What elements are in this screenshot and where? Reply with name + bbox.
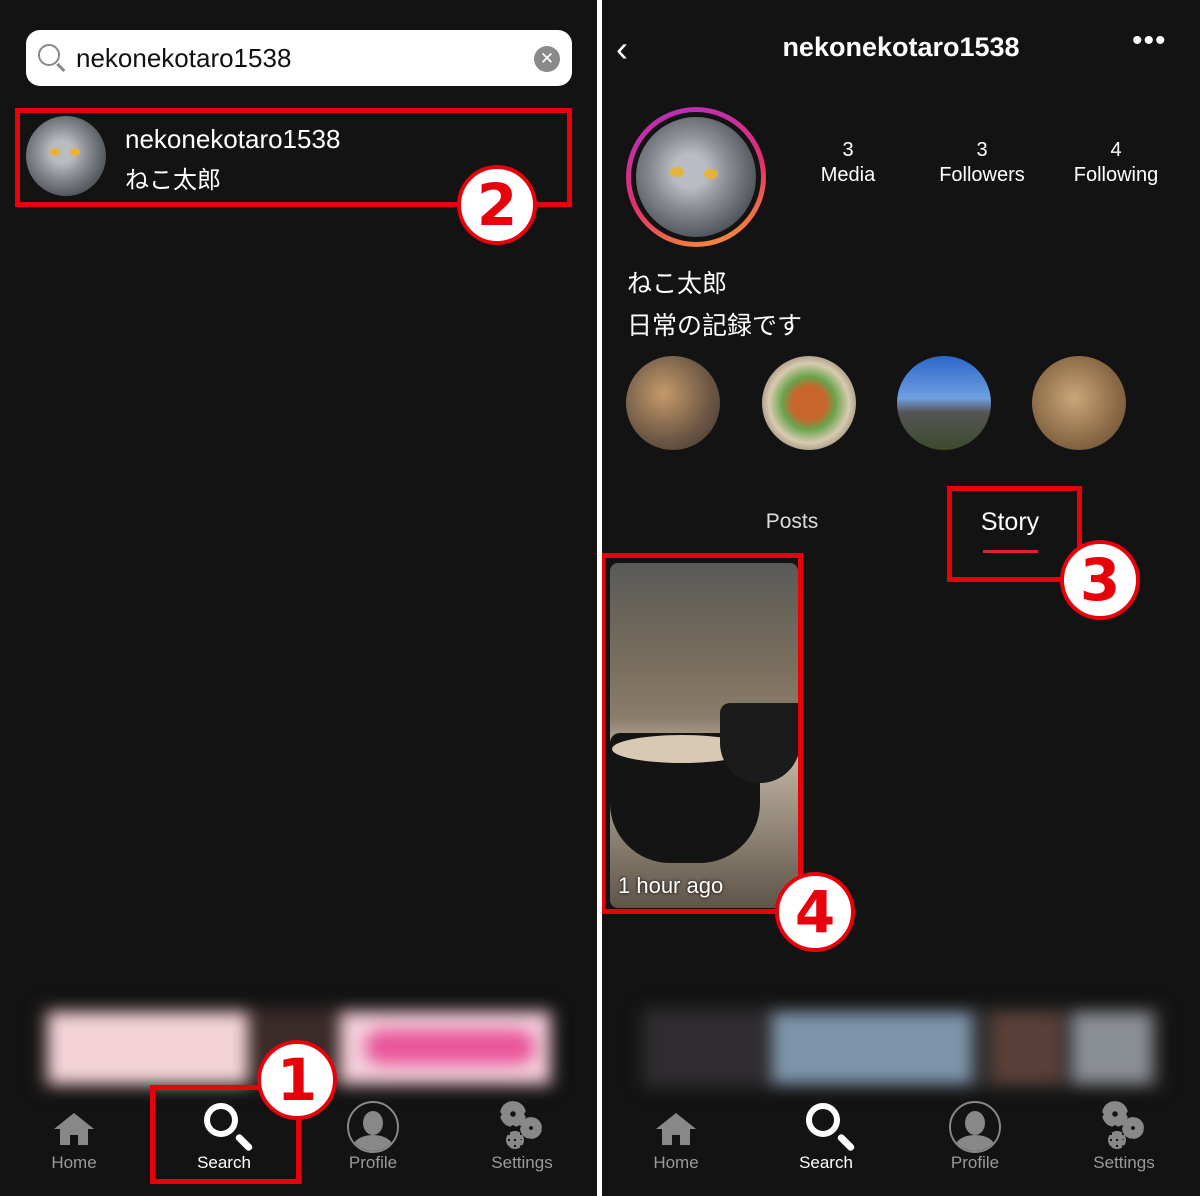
- tab-label: Search: [799, 1153, 853, 1172]
- more-icon[interactable]: •••: [1132, 24, 1167, 58]
- search-icon: [38, 44, 60, 66]
- tab-search[interactable]: Search: [766, 1095, 886, 1173]
- ad-banner[interactable]: [642, 1008, 1162, 1088]
- clear-icon[interactable]: ✕: [534, 46, 560, 72]
- story-ring[interactable]: [626, 107, 766, 247]
- tab-home[interactable]: Home: [14, 1095, 134, 1173]
- highlight-landscape[interactable]: [897, 356, 991, 450]
- home-icon: [656, 1113, 696, 1145]
- tab-label: Home: [653, 1153, 699, 1172]
- tab-settings[interactable]: Settings: [462, 1095, 582, 1173]
- profile-bio: 日常の記録です: [627, 312, 803, 340]
- stat-media[interactable]: 3 Media: [783, 138, 913, 188]
- stat-followers[interactable]: 3 Followers: [917, 138, 1047, 188]
- stat-following[interactable]: 4 Following: [1051, 138, 1181, 188]
- highlight-food[interactable]: [762, 356, 856, 450]
- tab-label: Profile: [950, 1153, 1000, 1172]
- profile-icon: [347, 1101, 399, 1153]
- profile-title: nekonekotaro1538: [782, 32, 1020, 62]
- tab-label: Profile: [348, 1153, 398, 1172]
- settings-icon: [462, 1095, 582, 1151]
- highlight-box-4: [602, 553, 803, 914]
- highlight-dog[interactable]: [1032, 356, 1126, 450]
- tab-bar: Home Search Profile Settings: [602, 1095, 1200, 1196]
- tab-home[interactable]: Home: [616, 1095, 736, 1173]
- tab-posts[interactable]: Posts: [732, 510, 852, 534]
- settings-icon: [1064, 1095, 1184, 1151]
- profile-avatar: [636, 117, 756, 237]
- profile-name: ねこ太郎: [627, 270, 728, 298]
- search-bar[interactable]: ✕: [26, 30, 572, 86]
- tab-profile[interactable]: Profile: [915, 1095, 1035, 1173]
- profile-icon: [949, 1101, 1001, 1153]
- annotation-badge-4: 4: [775, 872, 855, 952]
- tab-profile[interactable]: Profile: [313, 1095, 433, 1173]
- annotation-badge-3: 3: [1060, 540, 1140, 620]
- tab-label: Settings: [1093, 1153, 1155, 1172]
- search-screen: ✕ nekonekotaro1538 ねこ太郎 2 Home Search Pr…: [0, 0, 597, 1196]
- tab-settings[interactable]: Settings: [1064, 1095, 1184, 1173]
- highlight-cafe[interactable]: [626, 356, 720, 450]
- tab-label: Settings: [491, 1153, 553, 1172]
- search-input[interactable]: [76, 38, 516, 78]
- annotation-badge-2: 2: [457, 165, 537, 245]
- search-icon: [806, 1103, 840, 1137]
- tab-label: Home: [51, 1153, 97, 1172]
- profile-screen: ‹ nekonekotaro1538 ••• 3 Media 3 Followers…: [602, 0, 1200, 1196]
- annotation-badge-1: 1: [257, 1040, 337, 1120]
- home-icon: [54, 1113, 94, 1145]
